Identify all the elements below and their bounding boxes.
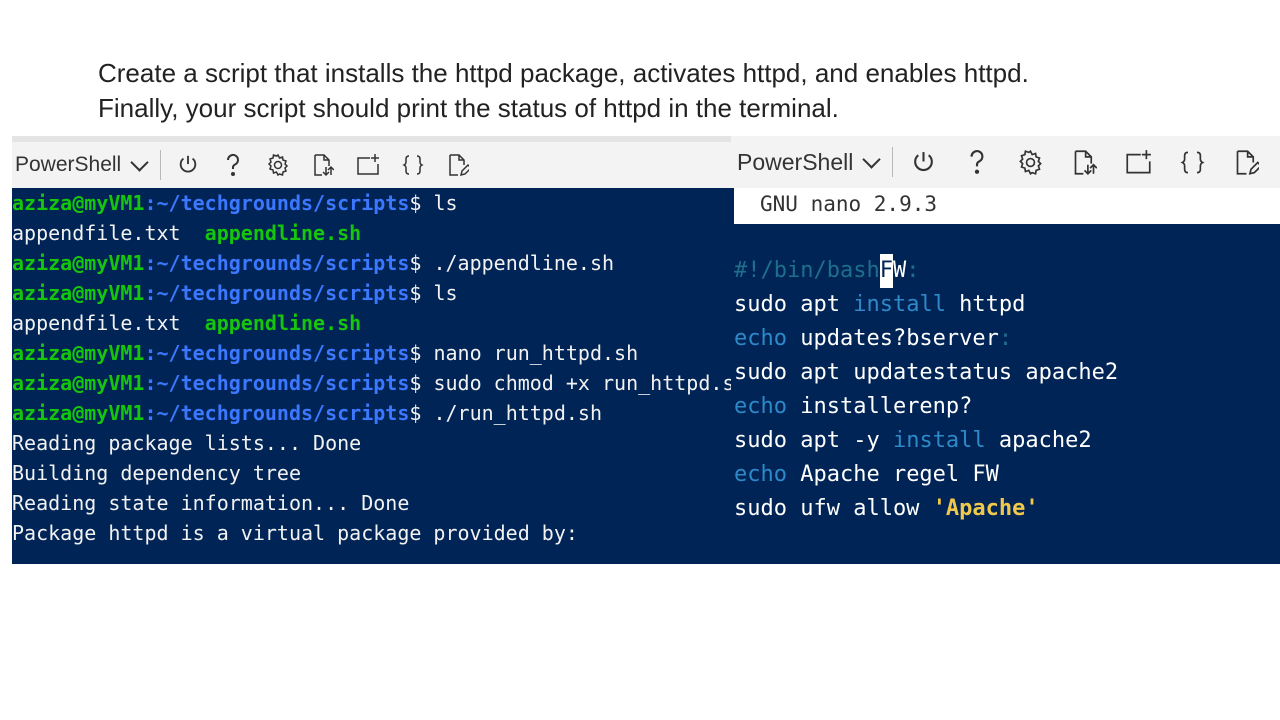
terminal-line: Building dependency tree (12, 461, 301, 485)
settings-icon[interactable] (1011, 145, 1051, 179)
left-terminal-output[interactable]: aziza@myVM1:~/techgrounds/scripts$ ls ap… (12, 188, 731, 564)
terminal-line: aziza@myVM1:~/techgrounds/scripts$ sudo … (12, 371, 731, 395)
right-toolbar: PowerShell (731, 136, 1280, 188)
upload-download-icon[interactable] (1065, 145, 1105, 179)
terminal-line: aziza@myVM1:~/techgrounds/scripts$ ./app… (12, 251, 615, 275)
script-editor-content[interactable]: #!/bin/bashFW: sudo apt install httpd ec… (734, 254, 1280, 526)
help-icon[interactable] (216, 148, 250, 182)
nano-version-label: GNU nano 2.9.3 (760, 192, 938, 216)
code-line: sudo apt updatestatus apache2 (734, 360, 1119, 385)
instructions-line-1: Create a script that installs the httpd … (98, 58, 1029, 88)
terminal-line: Reading state information... Done (12, 491, 410, 515)
right-terminal-editor[interactable]: GNU nano 2.9.3 #!/bin/bashFW: sudo apt i… (731, 188, 1280, 564)
terminal-line: appendfile.txt appendline.sh (12, 221, 362, 245)
chevron-down-icon (862, 149, 882, 169)
help-icon[interactable] (957, 145, 997, 179)
terminal-line: appendfile.txt appendline.sh (12, 311, 362, 335)
settings-icon[interactable] (261, 148, 295, 182)
instructions-text: Create a script that installs the httpd … (98, 56, 1248, 126)
toolbar-divider (892, 147, 894, 177)
code-line: sudo apt -y install apache2 (734, 428, 1092, 453)
open-editor-icon[interactable] (1226, 145, 1266, 179)
terminal-line: aziza@myVM1:~/techgrounds/scripts$ ls (12, 191, 458, 215)
code-line: echo updates?bserver: (734, 326, 1013, 351)
shell-selector-label: PowerShell (15, 153, 122, 176)
terminal-line: Package httpd is a virtual package provi… (12, 521, 578, 545)
code-line: sudo apt install httpd (734, 292, 1026, 317)
instructions-line-2: Finally, your script should print the st… (98, 93, 839, 123)
code-line: #!/bin/bashFW: (734, 254, 1280, 288)
right-terminal-window: PowerShell GNU nano 2.9.3 #!/bin/bashFW:… (731, 136, 1280, 564)
terminal-line: aziza@myVM1:~/techgrounds/scripts$ nano … (12, 341, 639, 365)
power-icon[interactable] (903, 145, 943, 179)
open-editor-icon[interactable] (441, 148, 475, 182)
upload-download-icon[interactable] (306, 148, 340, 182)
nano-header-bar: GNU nano 2.9.3 (734, 188, 1280, 224)
shell-selector[interactable]: PowerShell (731, 149, 888, 176)
terminal-line: aziza@myVM1:~/techgrounds/scripts$ ls (12, 281, 458, 305)
chevron-down-icon (130, 152, 149, 172)
left-toolbar: PowerShell (12, 136, 731, 188)
shell-selector-label: PowerShell (737, 148, 854, 175)
braces-icon[interactable] (1172, 145, 1212, 179)
new-session-icon[interactable] (1119, 145, 1159, 179)
left-terminal-window: PowerShell aziza@myVM1:~/techgrounds/scr… (12, 136, 731, 564)
terminal-line: Reading package lists... Done (12, 431, 362, 455)
braces-icon[interactable] (396, 148, 430, 182)
shell-selector[interactable]: PowerShell (12, 152, 156, 177)
power-icon[interactable] (171, 148, 205, 182)
code-line: sudo ufw allow 'Apache' (734, 496, 1039, 521)
text-cursor: F (879, 254, 893, 288)
terminal-line: aziza@myVM1:~/techgrounds/scripts$ ./run… (12, 401, 603, 425)
new-session-icon[interactable] (351, 148, 385, 182)
code-line: echo installerenp? (734, 394, 973, 419)
toolbar-divider (160, 150, 162, 180)
code-line: echo Apache regel FW (734, 462, 999, 487)
